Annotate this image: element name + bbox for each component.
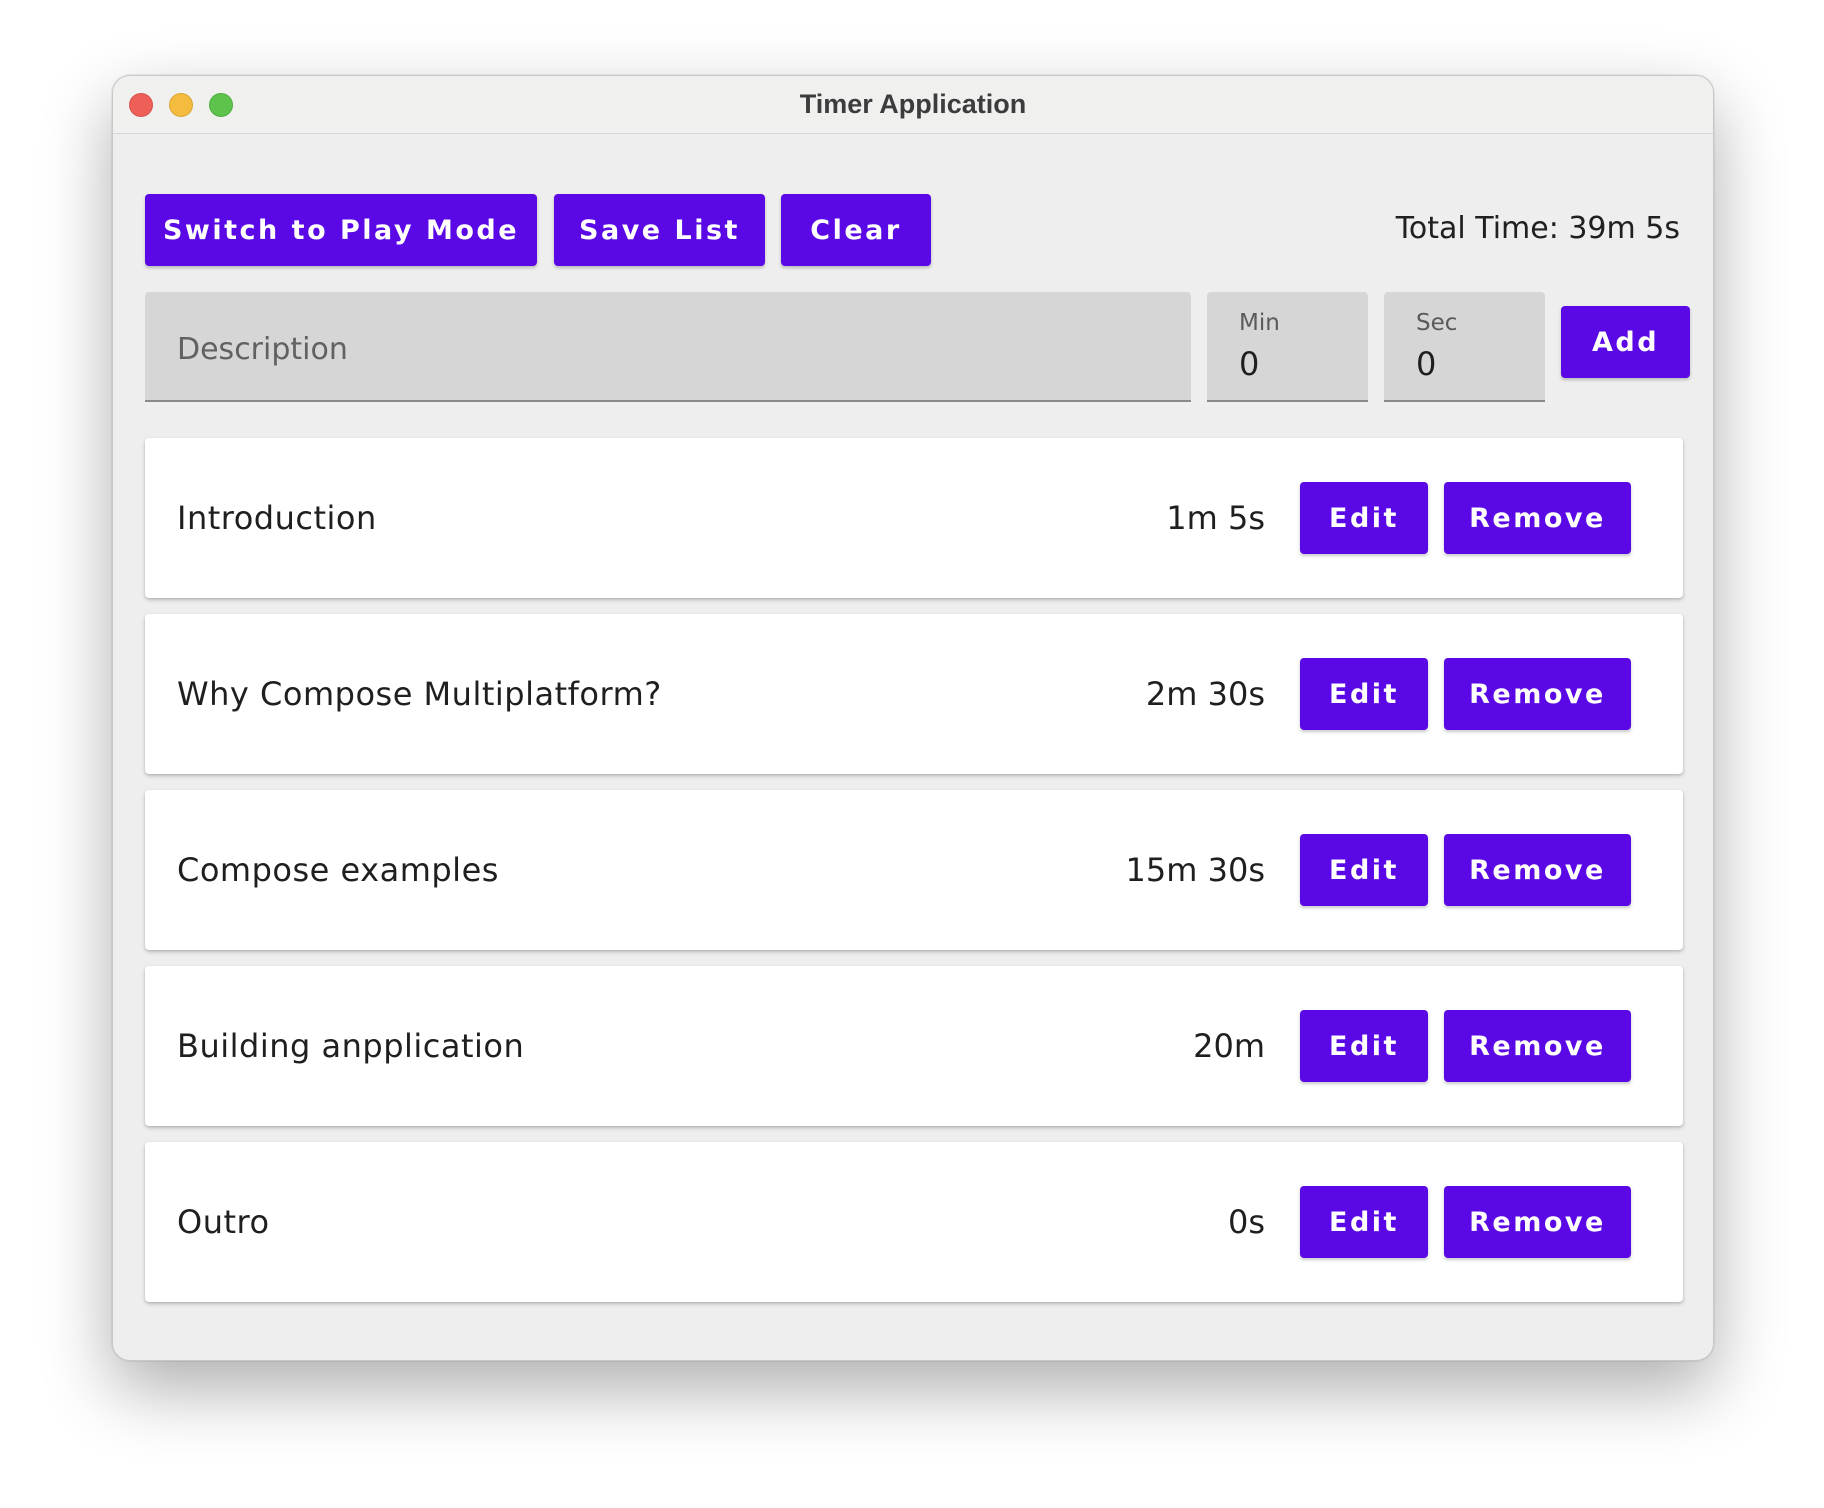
remove-button[interactable]: Remove <box>1444 482 1631 554</box>
seconds-value: 0 <box>1416 345 1437 383</box>
item-duration: 20m <box>1193 1027 1265 1065</box>
remove-button[interactable]: Remove <box>1444 834 1631 906</box>
add-button[interactable]: Add <box>1561 306 1690 378</box>
app-window: Timer Application Switch to Play Mode Sa… <box>112 75 1714 1361</box>
clear-button[interactable]: Clear <box>781 194 931 266</box>
timer-list: Introduction 1m 5s Edit Remove Why Compo… <box>145 438 1683 1318</box>
remove-button[interactable]: Remove <box>1444 1186 1631 1258</box>
switch-to-play-mode-button[interactable]: Switch to Play Mode <box>145 194 537 266</box>
remove-button[interactable]: Remove <box>1444 1010 1631 1082</box>
title-bar[interactable]: Timer Application <box>113 76 1713 134</box>
total-time-label: Total Time: 39m 5s <box>1395 211 1680 246</box>
list-item: Introduction 1m 5s Edit Remove <box>145 438 1683 598</box>
edit-button[interactable]: Edit <box>1300 1010 1428 1082</box>
seconds-field[interactable]: Sec 0 <box>1384 292 1545 402</box>
minutes-label: Min <box>1239 310 1280 336</box>
list-item: Building anpplication 20m Edit Remove <box>145 966 1683 1126</box>
save-list-button[interactable]: Save List <box>554 194 765 266</box>
item-description: Compose examples <box>177 851 499 889</box>
item-duration: 2m 30s <box>1145 675 1265 713</box>
seconds-label: Sec <box>1416 310 1458 336</box>
item-duration: 1m 5s <box>1166 499 1265 537</box>
list-item: Outro 0s Edit Remove <box>145 1142 1683 1302</box>
edit-button[interactable]: Edit <box>1300 834 1428 906</box>
minutes-field[interactable]: Min 0 <box>1207 292 1368 402</box>
edit-button[interactable]: Edit <box>1300 482 1428 554</box>
minutes-value: 0 <box>1239 345 1260 383</box>
description-field[interactable]: Description <box>145 292 1191 402</box>
item-duration: 0s <box>1227 1203 1265 1241</box>
description-placeholder: Description <box>177 332 348 367</box>
remove-button[interactable]: Remove <box>1444 658 1631 730</box>
window-title: Timer Application <box>799 89 1027 119</box>
edit-button[interactable]: Edit <box>1300 1186 1428 1258</box>
item-duration: 15m 30s <box>1125 851 1265 889</box>
item-description: Introduction <box>177 499 377 537</box>
item-description: Building anpplication <box>177 1027 525 1065</box>
edit-button[interactable]: Edit <box>1300 658 1428 730</box>
item-description: Why Compose Multiplatform? <box>177 675 662 713</box>
list-item: Compose examples 15m 30s Edit Remove <box>145 790 1683 950</box>
item-description: Outro <box>177 1203 270 1241</box>
list-item: Why Compose Multiplatform? 2m 30s Edit R… <box>145 614 1683 774</box>
